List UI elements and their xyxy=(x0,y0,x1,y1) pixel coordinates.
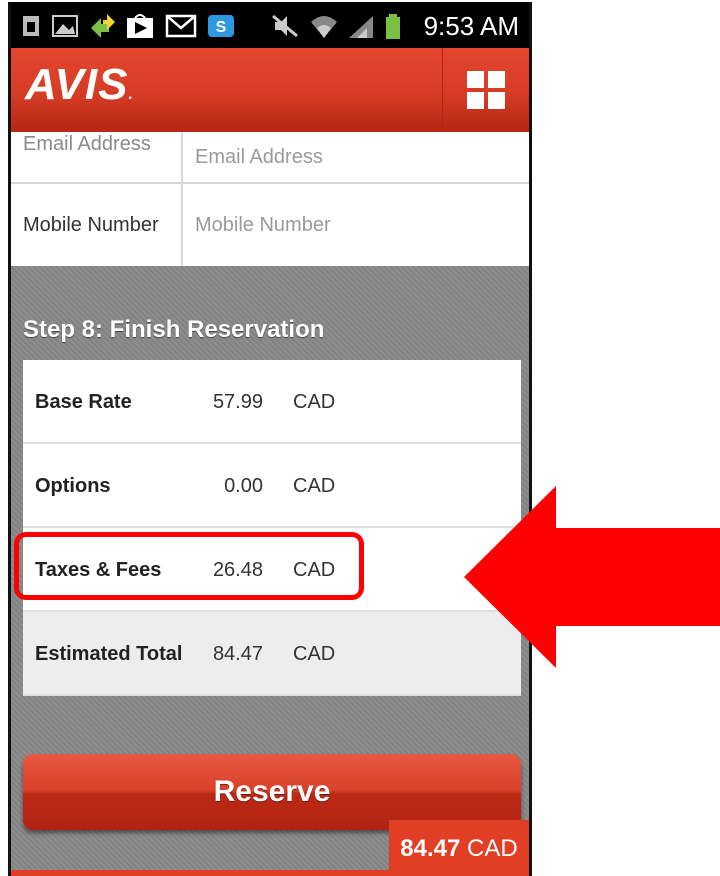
total-currency: CAD xyxy=(467,835,518,862)
phone-screen: S 9:53 AM AVIS. Email Address Mobile Num… xyxy=(8,2,532,876)
play-store-icon xyxy=(127,14,153,38)
logo-dot: . xyxy=(128,86,134,103)
row-label: Estimated Total xyxy=(35,643,183,665)
row-currency: CAD xyxy=(293,391,336,413)
row-value: 84.47 xyxy=(212,643,263,665)
transfer-icon xyxy=(91,14,115,38)
contact-form: Email Address Mobile Number xyxy=(11,132,529,268)
total-price-tag: 84.47 CAD xyxy=(389,820,529,876)
avis-logo[interactable]: AVIS. xyxy=(25,60,134,110)
email-row: Email Address xyxy=(11,132,529,184)
logo-text: AVIS xyxy=(25,60,129,109)
table-row: Base Rate 57.99 CAD xyxy=(23,360,521,444)
battery-icon xyxy=(386,14,400,39)
rate-summary-table: Base Rate 57.99 CAD Options 0.00 CAD Tax… xyxy=(23,360,521,696)
svg-text:S: S xyxy=(216,19,227,36)
mobile-field[interactable] xyxy=(181,184,529,266)
gmail-icon xyxy=(165,14,197,38)
mobile-row: Mobile Number xyxy=(11,184,529,268)
status-bar: S 9:53 AM xyxy=(11,2,529,48)
email-label: Email Address xyxy=(23,133,151,155)
mute-icon xyxy=(272,14,298,38)
grid-menu-button[interactable] xyxy=(442,48,529,132)
row-currency: CAD xyxy=(293,643,336,665)
row-currency: CAD xyxy=(293,475,336,497)
row-value: 0.00 xyxy=(224,475,263,497)
row-label: Options xyxy=(35,475,111,497)
total-amount: 84.47 xyxy=(400,835,461,862)
skype-icon: S xyxy=(208,15,234,37)
mobile-label: Mobile Number xyxy=(23,214,159,236)
app-header: AVIS. xyxy=(11,48,529,133)
table-row: Options 0.00 CAD xyxy=(23,444,521,528)
sim-icon xyxy=(23,16,39,36)
row-label: Base Rate xyxy=(35,391,132,413)
image-icon xyxy=(52,15,78,37)
clock: 9:53 AM xyxy=(423,11,519,41)
email-field[interactable] xyxy=(181,132,529,182)
grid-menu-icon xyxy=(467,71,505,109)
signal-icon xyxy=(349,16,373,38)
row-value: 57.99 xyxy=(212,391,263,413)
step-title: Step 8: Finish Reservation xyxy=(23,316,325,343)
red-arrow-icon xyxy=(464,486,720,668)
wifi-icon xyxy=(311,16,337,38)
table-row-total: Estimated Total 84.47 CAD xyxy=(23,612,521,696)
reserve-button[interactable]: Reserve xyxy=(23,754,521,830)
taxes-highlight-box xyxy=(14,532,364,600)
